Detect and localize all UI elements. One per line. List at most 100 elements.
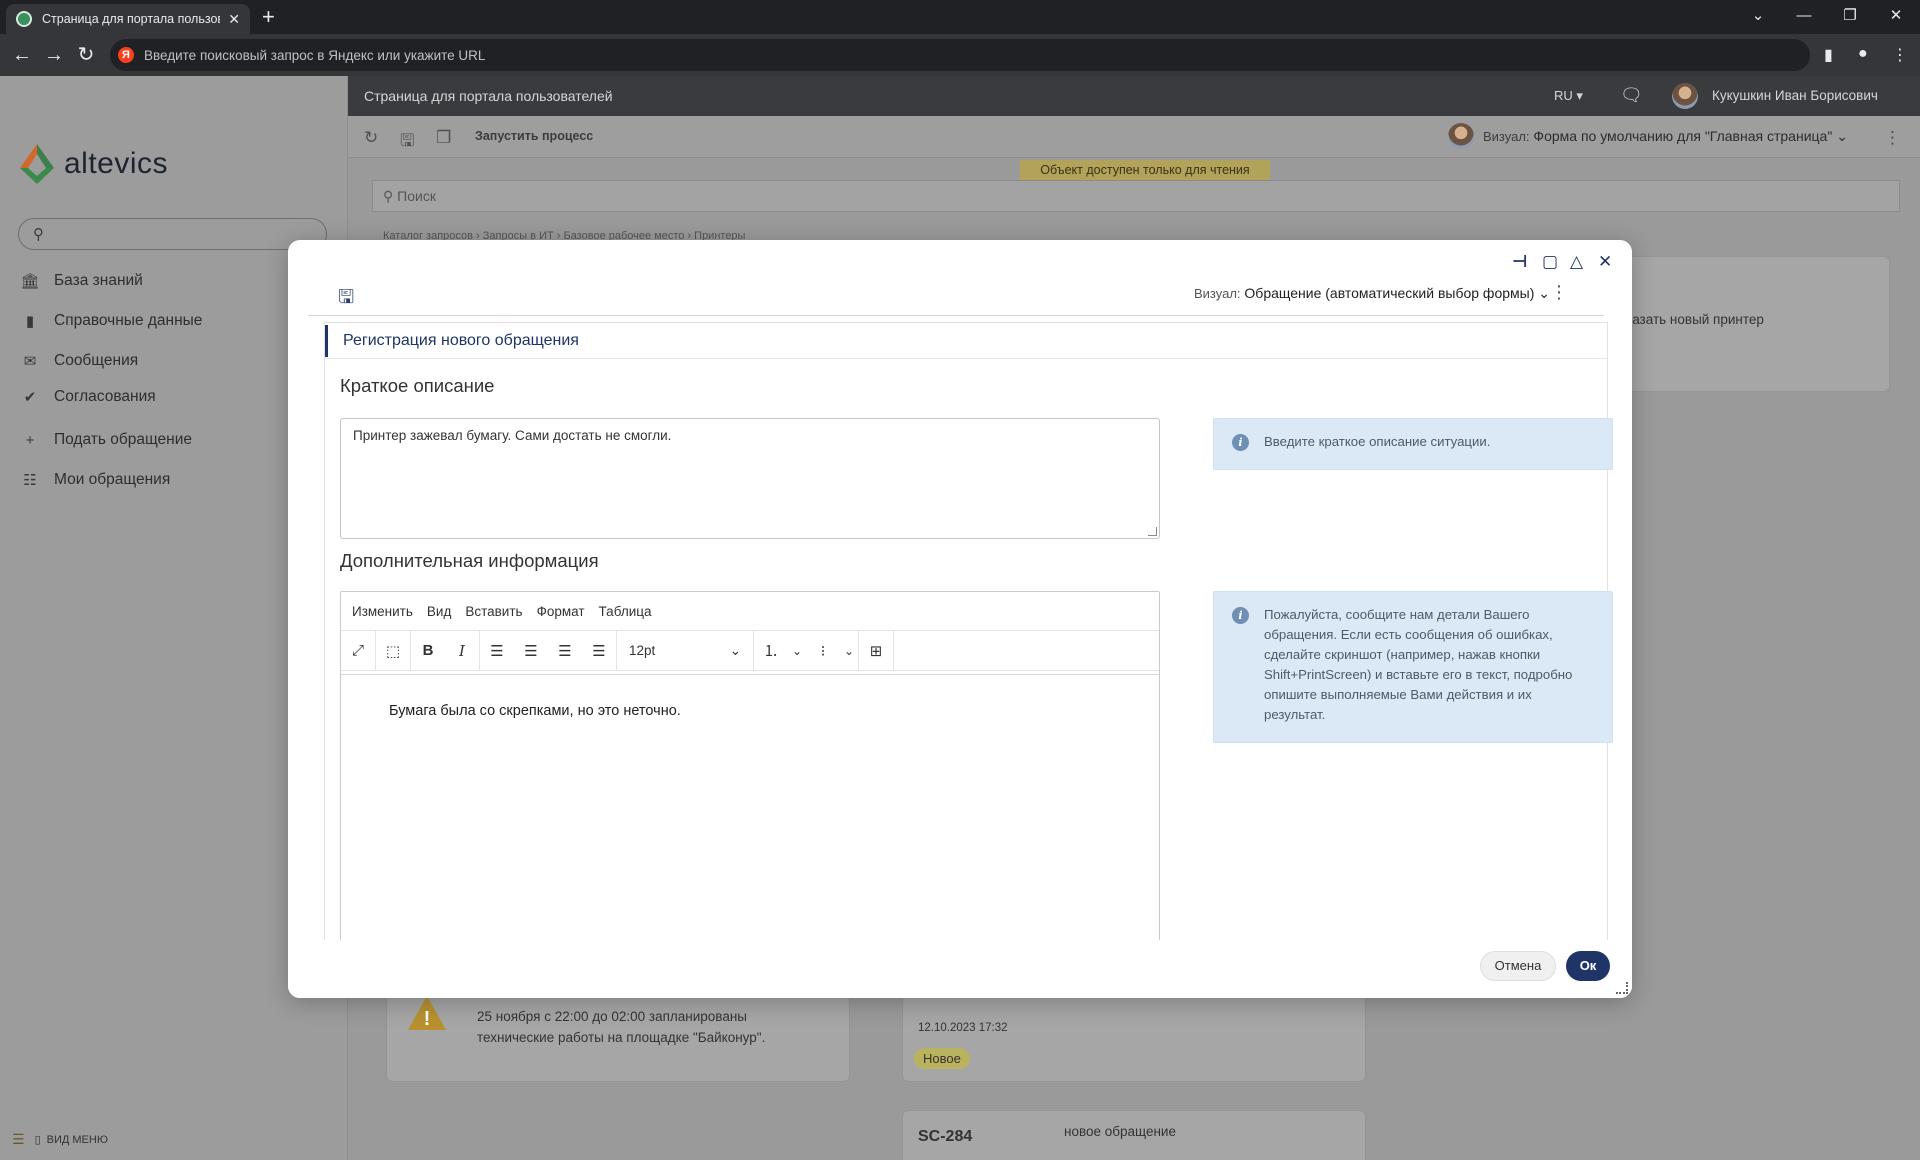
search-icon: ⚲ [383, 187, 398, 204]
sidebar-item-label: Согласования [54, 388, 156, 405]
chevron-down-icon[interactable]: ⌄ [788, 631, 806, 671]
sidebar-item-my-requests[interactable]: ☷ Мои обращения [20, 471, 170, 489]
readonly-banner: Объект доступен только для чтения [1020, 160, 1270, 180]
extra-info-hint: i Пожалуйста, сообщите нам детали Вашего… [1213, 591, 1613, 743]
numbered-list-icon[interactable]: ⒈ [754, 631, 788, 671]
sidebar-item-submit-request[interactable]: + Подать обращение [20, 431, 192, 449]
bullet-list-icon[interactable]: ⁝ [806, 631, 840, 671]
form-panel: Регистрация нового обращения Краткое опи… [324, 322, 1613, 998]
chevron-down-icon: ⌄ [729, 642, 741, 658]
menu-edit[interactable]: Изменить [345, 604, 420, 619]
minimize-icon[interactable]: — [1782, 0, 1826, 30]
align-right-icon[interactable]: ☰ [548, 631, 582, 671]
align-justify-icon[interactable]: ☰ [582, 631, 616, 671]
chevron-down-icon: ⌄ [1836, 128, 1848, 144]
sidebar-item-label: Мои обращения [54, 471, 171, 488]
refresh-icon[interactable]: ↻ [364, 128, 378, 148]
modal-close-icon[interactable]: ✕ [1598, 252, 1612, 272]
extra-info-label: Дополнительная информация [340, 550, 599, 571]
italic-icon[interactable]: I [445, 631, 479, 671]
browser-tabbar: Страница для портала пользов ✕ + ⌄ — ❐ ✕ [0, 0, 1920, 34]
plus-icon: + [25, 431, 35, 449]
forward-icon[interactable]: → [42, 43, 66, 67]
profile-icon[interactable]: ● [1858, 45, 1868, 63]
new-tab-button[interactable]: + [262, 6, 275, 28]
pin-icon[interactable]: ⊣ [1512, 252, 1528, 272]
visual-selector[interactable]: Визуал: Форма по умолчанию для "Главная … [1483, 128, 1848, 145]
logo-text: altevics [64, 147, 169, 180]
tab-close-icon[interactable]: ✕ [228, 11, 240, 28]
visual-label: Визуал: [1483, 129, 1530, 144]
logo[interactable]: altevics [16, 142, 168, 186]
sidebar-item-label: Подать обращение [54, 431, 193, 448]
save-icon[interactable]: 🖫︎ [400, 128, 414, 157]
editor-menubar: Изменить Вид Вставить Формат Таблица [341, 592, 1159, 631]
modal-resize-handle[interactable] [1616, 982, 1628, 994]
favicon-icon [16, 11, 32, 27]
menu-view[interactable]: Вид [420, 604, 458, 619]
table-icon[interactable]: ⊞ [859, 631, 893, 671]
rich-text-editor[interactable]: Изменить Вид Вставить Формат Таблица ⤢ ⬚… [340, 591, 1160, 998]
chat-icon[interactable]: 🗨︎ [1620, 85, 1643, 106]
altevics-logo-icon [20, 144, 54, 184]
user-avatar[interactable] [1672, 83, 1698, 109]
envelope-icon: ✉ [23, 353, 37, 370]
section-title: Регистрация нового обращения [343, 332, 579, 349]
browser-menu-icon[interactable]: ⋮ [1892, 45, 1908, 65]
align-left-icon[interactable]: ☰ [480, 631, 514, 671]
ticket-id: SC-284 [918, 1128, 973, 1145]
font-size-select[interactable]: 12pt ⌄ [617, 631, 753, 671]
editor-toolbar: ⤢ ⬚ B I ☰ ☰ ☰ ☰ 12pt ⌄ ⒈ ⌄ ⁝ ⌄ ⊞ [341, 630, 1159, 671]
main-search-input[interactable]: ⚲ Поиск [372, 180, 1900, 212]
language-selector[interactable]: RU ▾ [1554, 88, 1583, 104]
align-center-icon[interactable]: ☰ [514, 631, 548, 671]
modal-visual-selector[interactable]: Визуал: Обращение (автоматический выбор … [1194, 285, 1550, 302]
sidebar-toggle-icon[interactable]: ▮ [1824, 45, 1833, 65]
modal-visual-label: Визуал: [1193, 286, 1241, 301]
short-desc-label: Краткое описание [340, 375, 495, 396]
restore-icon[interactable]: ❐ [1828, 0, 1872, 30]
ok-button[interactable]: Ок [1566, 951, 1610, 981]
menu-view-toggle[interactable]: ☰ ▯ ВИД МЕНЮ [12, 1131, 108, 1148]
back-icon[interactable]: ← [10, 43, 34, 67]
copy-icon[interactable]: ❐ [436, 128, 451, 148]
maximize-icon[interactable]: ▢ [1542, 252, 1558, 272]
short-desc-textarea[interactable]: Принтер зажевал бумагу. Сами достать не … [340, 418, 1160, 539]
window-close-icon[interactable]: ✕ [1874, 0, 1918, 30]
sidebar-item-reference[interactable]: ▮ Справочные данные [20, 312, 203, 330]
browser-tab[interactable]: Страница для портала пользов ✕ [6, 4, 250, 34]
sidebar-item-messages[interactable]: ✉ Сообщения [20, 352, 138, 370]
divider [308, 315, 1604, 316]
save-icon[interactable]: 🖫︎ [338, 283, 354, 315]
address-bar-area: ← → ↻ Я Введите поисковый запрос в Яндек… [0, 34, 1920, 76]
tab-search-icon[interactable]: ⌄ [1736, 0, 1780, 30]
sidebar-item-label: Справочные данные [54, 312, 203, 329]
menu-format[interactable]: Формат [530, 604, 592, 619]
reload-icon[interactable]: ↻ [74, 43, 98, 67]
ticket-title: новое обращение [1064, 1124, 1176, 1139]
chevron-down-icon[interactable]: ⌄ [840, 631, 858, 671]
sidebar-item-approvals[interactable]: ✔ Согласования [20, 388, 156, 406]
cancel-button[interactable]: Отмена [1480, 951, 1556, 981]
run-process-button[interactable]: Запустить процесс [475, 129, 593, 143]
extra-info-hint-text: Пожалуйста, сообщите нам детали Вашего о… [1264, 607, 1573, 722]
select-all-icon[interactable]: ⬚ [376, 631, 410, 671]
menu-table[interactable]: Таблица [592, 604, 659, 619]
fullscreen-icon[interactable]: ⤢ [341, 631, 375, 671]
address-input[interactable]: Я Введите поисковый запрос в Яндекс или … [110, 39, 1810, 71]
sidebar-search-input[interactable]: ⚲ [18, 218, 327, 250]
collapse-icon[interactable]: △ [1570, 252, 1583, 272]
short-desc-value: Принтер зажевал бумагу. Сами достать не … [353, 428, 672, 443]
menu-insert[interactable]: Вставить [458, 604, 529, 619]
printer-card-text: казать новый принтер [1626, 312, 1764, 327]
more-icon[interactable]: ⋮ [1884, 128, 1901, 148]
notice-text-line1: 25 ноября с 22:00 до 02:00 запланированы [477, 1009, 747, 1024]
bold-icon[interactable]: B [411, 631, 445, 671]
section-accent [325, 325, 328, 357]
sidebar-item-knowledge[interactable]: 🏛︎ База знаний [20, 272, 142, 290]
modal-more-icon[interactable]: ⋮ [1550, 282, 1568, 303]
user-name[interactable]: Кукушкин Иван Борисович [1712, 88, 1878, 103]
sidebar-item-label: Сообщения [54, 352, 139, 369]
resize-handle[interactable] [1148, 527, 1157, 536]
modal-visual-value: Обращение (автоматический выбор формы) [1244, 285, 1535, 301]
